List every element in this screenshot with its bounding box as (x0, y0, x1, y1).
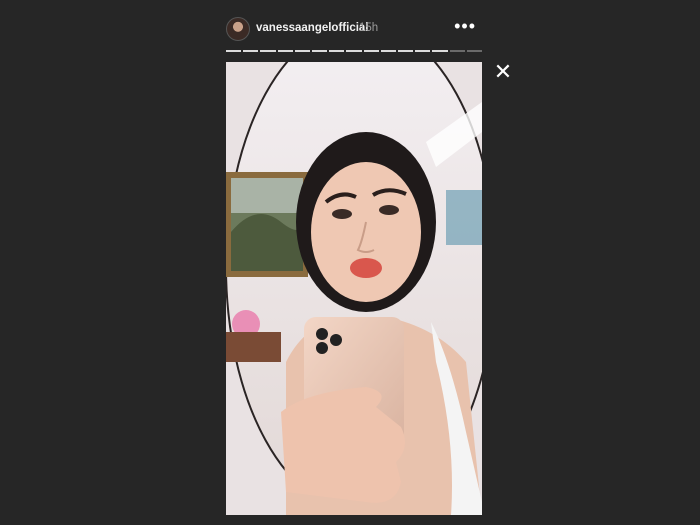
progress-segment (243, 50, 259, 52)
progress-segment (380, 50, 397, 52)
progress-segment (294, 50, 311, 52)
progress-segment (312, 50, 328, 52)
progress-segment (398, 50, 414, 52)
progress-segment (466, 50, 483, 52)
username[interactable]: vanessaangelofficial (256, 22, 369, 34)
progress-segment (260, 50, 276, 52)
story-header: vanessaangelofficial 15h ••• (226, 14, 482, 44)
close-icon[interactable]: ✕ (493, 61, 513, 83)
progress-segment (363, 50, 379, 52)
progress-segment (432, 50, 448, 52)
story-image[interactable] (226, 62, 482, 515)
story-progress-bar (226, 50, 483, 54)
progress-segment (449, 50, 465, 52)
progress-segment (226, 50, 242, 52)
mirror-selfie-photo (226, 62, 482, 515)
progress-segment (346, 50, 362, 52)
more-options-icon[interactable]: ••• (454, 17, 476, 35)
progress-segment (415, 50, 431, 52)
progress-segment (277, 50, 293, 52)
avatar[interactable] (226, 17, 250, 41)
story-time: 15h (359, 22, 379, 34)
progress-segment (329, 50, 345, 52)
